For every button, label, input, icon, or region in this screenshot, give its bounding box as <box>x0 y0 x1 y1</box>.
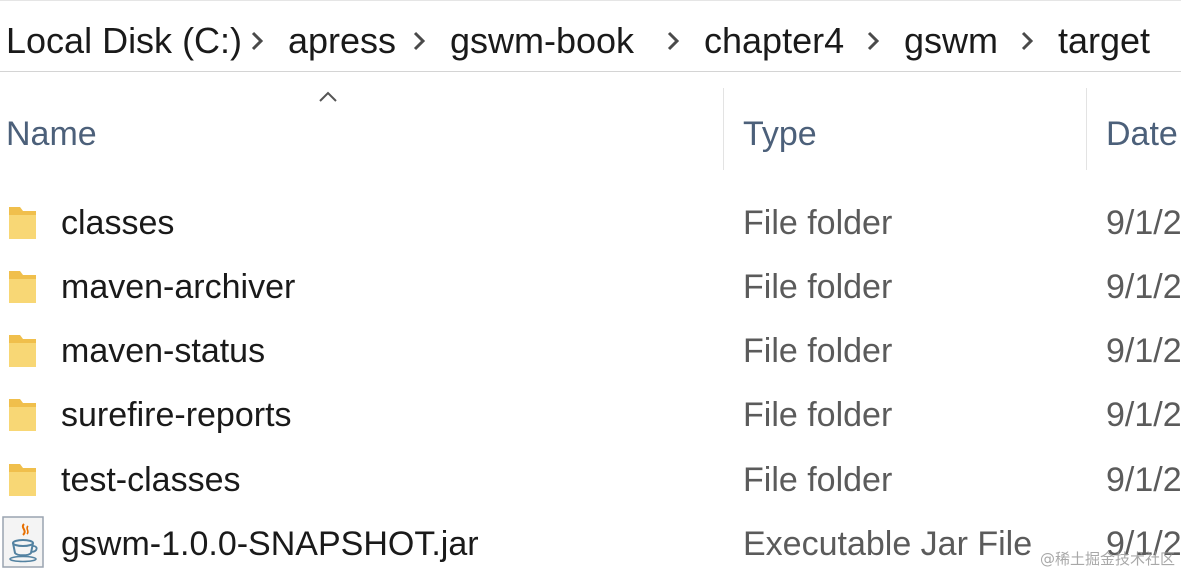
file-date: 9/1/2 <box>1106 268 1181 306</box>
file-name: test-classes <box>61 461 241 499</box>
breadcrumb-item-chapter4[interactable]: chapter4 <box>704 20 844 62</box>
file-date: 9/1/2 <box>1106 204 1181 242</box>
file-date: 9/1/2 <box>1106 396 1181 434</box>
file-name: gswm-1.0.0-SNAPSHOT.jar <box>61 525 479 563</box>
folder-icon <box>6 395 40 435</box>
chevron-up-icon <box>316 90 340 104</box>
chevron-right-icon[interactable] <box>1014 28 1040 54</box>
breadcrumb-item-target[interactable]: target <box>1058 20 1150 62</box>
file-type: File folder <box>743 204 893 242</box>
file-date: 9/1/2 <box>1106 461 1181 499</box>
file-row-gswm-jar[interactable]: gswm-1.0.0-SNAPSHOT.jar Executable Jar F… <box>0 512 1181 574</box>
column-header-name[interactable]: Name <box>6 112 97 156</box>
chevron-right-icon[interactable] <box>406 28 432 54</box>
file-explorer-window: Local Disk (C:) apress gswm-book chapter… <box>0 0 1181 574</box>
file-row-maven-archiver[interactable]: maven-archiver File folder 9/1/2 <box>0 255 1181 319</box>
column-header-type[interactable]: Type <box>743 112 817 156</box>
column-divider[interactable] <box>1086 88 1087 170</box>
folder-icon <box>6 203 40 243</box>
file-type: File folder <box>743 396 893 434</box>
chevron-right-icon[interactable] <box>860 28 886 54</box>
breadcrumb-item-gswm-book[interactable]: gswm-book <box>450 20 634 62</box>
file-type: File folder <box>743 332 893 370</box>
breadcrumb-item-local-disk[interactable]: Local Disk (C:) <box>6 20 242 62</box>
file-date: 9/1/2 <box>1106 332 1181 370</box>
breadcrumb: Local Disk (C:) apress gswm-book chapter… <box>0 0 1181 72</box>
file-type: File folder <box>743 268 893 306</box>
file-row-maven-status[interactable]: maven-status File folder 9/1/2 <box>0 319 1181 383</box>
file-row-test-classes[interactable]: test-classes File folder 9/1/2 <box>0 448 1181 512</box>
column-header-date[interactable]: Date <box>1106 112 1178 156</box>
file-type: Executable Jar File <box>743 525 1033 563</box>
watermark: @稀土掘金技术社区 <box>1039 550 1175 568</box>
java-jar-icon <box>2 516 44 568</box>
folder-icon <box>6 267 40 307</box>
folder-icon <box>6 331 40 371</box>
file-name: maven-status <box>61 332 266 370</box>
file-name: maven-archiver <box>61 268 296 306</box>
chevron-right-icon[interactable] <box>660 28 686 54</box>
breadcrumb-item-apress[interactable]: apress <box>288 20 396 62</box>
file-type: File folder <box>743 461 893 499</box>
folder-icon <box>6 460 40 500</box>
file-row-classes[interactable]: classes File folder 9/1/2 <box>0 191 1181 255</box>
column-divider[interactable] <box>723 88 724 170</box>
file-name: classes <box>61 204 175 242</box>
breadcrumb-item-gswm[interactable]: gswm <box>904 20 998 62</box>
file-row-surefire-reports[interactable]: surefire-reports File folder 9/1/2 <box>0 383 1181 447</box>
file-name: surefire-reports <box>61 396 292 434</box>
chevron-right-icon[interactable] <box>244 28 270 54</box>
